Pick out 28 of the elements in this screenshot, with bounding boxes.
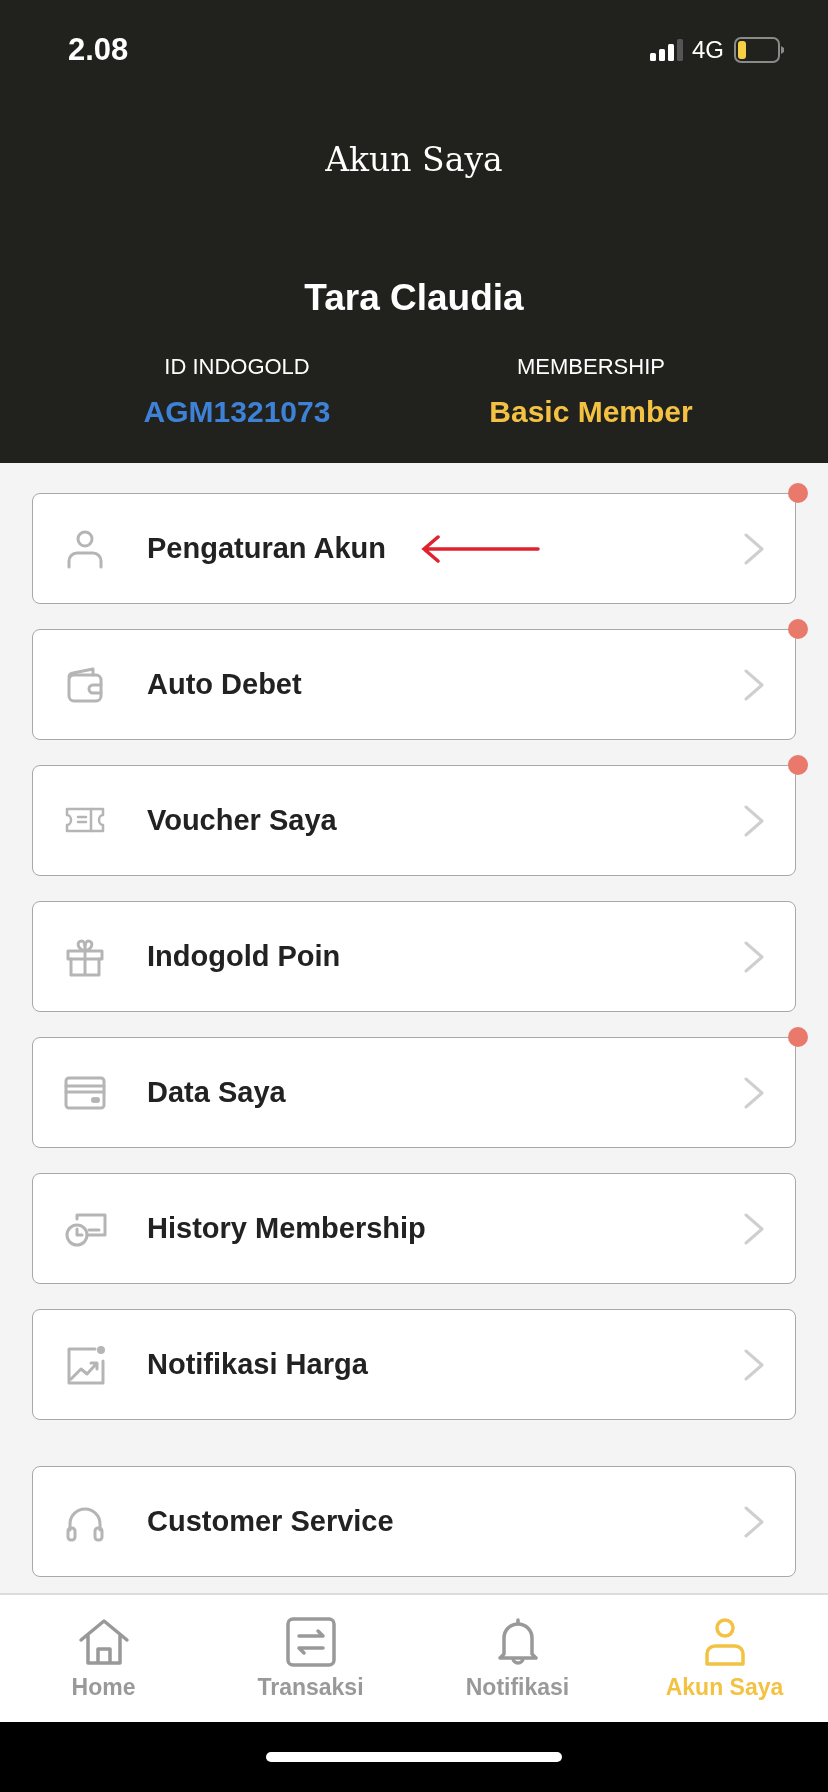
- chevron-icon: [743, 803, 765, 838]
- page-title: Akun Saya: [324, 139, 504, 181]
- info-label: MEMBERSHIP: [517, 353, 665, 381]
- chevron-icon: [743, 1211, 765, 1246]
- transfer-icon: [284, 1616, 337, 1668]
- menu-item[interactable]: Pengaturan Akun: [32, 493, 796, 604]
- chevron-icon: [743, 1347, 765, 1382]
- menu-item[interactable]: Voucher Saya: [32, 765, 796, 876]
- menu-item[interactable]: History Membership: [32, 1173, 796, 1284]
- status-time: 2.08: [68, 32, 129, 68]
- battery-icon: [734, 37, 784, 63]
- info-value: Basic Member: [489, 394, 693, 430]
- signal-icon: [650, 39, 684, 61]
- menu-item[interactable]: Indogold Poin: [32, 901, 796, 1012]
- menu-item[interactable]: Customer Service: [32, 1466, 796, 1577]
- chevron-icon: [743, 1504, 765, 1539]
- user-name: Tara Claudia: [303, 276, 525, 320]
- menu-item[interactable]: Auto Debet: [32, 629, 796, 740]
- info-label: ID INDOGOLD: [164, 353, 310, 381]
- chevron-icon: [743, 531, 765, 566]
- chevron-icon: [743, 939, 765, 974]
- network-label: 4G: [692, 36, 724, 64]
- chevron-icon: [743, 1075, 765, 1110]
- menu-item[interactable]: Notifikasi Harga: [32, 1309, 796, 1420]
- chevron-icon: [743, 667, 765, 702]
- home-icon: [77, 1616, 130, 1668]
- info-value: AGM1321073: [143, 394, 331, 430]
- menu-item[interactable]: Data Saya: [32, 1037, 796, 1148]
